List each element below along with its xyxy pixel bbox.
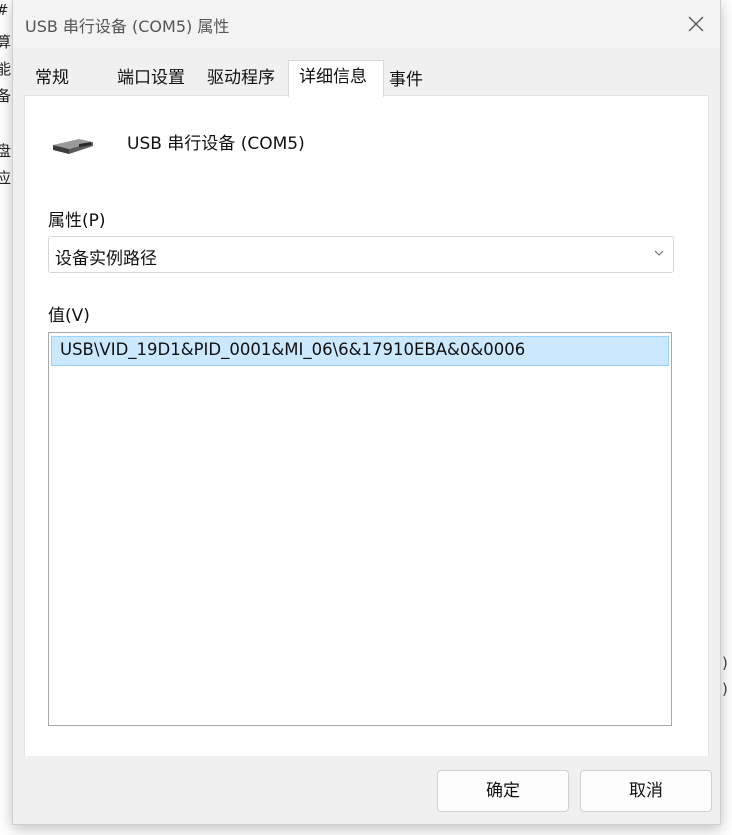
- close-icon: [688, 16, 704, 32]
- value-label: 值(V): [48, 306, 90, 326]
- ok-button[interactable]: 确定: [437, 770, 569, 812]
- close-button[interactable]: [680, 8, 712, 40]
- chevron-down-icon: [654, 250, 664, 256]
- list-item[interactable]: USB\VID_19D1&PID_0001&MI_06\6&17910EBA&0…: [51, 336, 669, 366]
- button-bar: 确定 取消: [13, 756, 720, 824]
- usb-serial-device-icon: [49, 134, 99, 158]
- background-text: 算: [0, 33, 12, 51]
- title-bar[interactable]: USB 串行设备 (COM5) 属性: [13, 0, 720, 48]
- tab-details[interactable]: 详细信息: [288, 60, 384, 97]
- cancel-button[interactable]: 取消: [580, 770, 712, 812]
- device-name: USB 串行设备 (COM5): [127, 134, 305, 154]
- background-text: 盘: [0, 142, 12, 160]
- tab-port-settings[interactable]: 端口设置: [107, 62, 195, 94]
- background-text: 应: [0, 169, 12, 187]
- property-selected-value: 设备实例路径: [55, 249, 157, 269]
- tab-driver[interactable]: 驱动程序: [197, 62, 287, 94]
- properties-dialog: USB 串行设备 (COM5) 属性 常规 端口设置 驱动程序 详细信息 事件 …: [12, 0, 721, 825]
- background-text: 备: [0, 87, 12, 105]
- background-text: #: [0, 2, 9, 18]
- background-text: ): [722, 680, 728, 698]
- background-text: 能: [0, 60, 12, 78]
- background-window-left: # 算 能 备 盘 应: [0, 0, 12, 835]
- value-list[interactable]: USB\VID_19D1&PID_0001&MI_06\6&17910EBA&0…: [48, 332, 672, 726]
- background-text: ): [722, 654, 728, 672]
- dialog-title: USB 串行设备 (COM5) 属性: [25, 17, 230, 36]
- tab-general[interactable]: 常规: [25, 62, 93, 94]
- details-pane: USB 串行设备 (COM5) 属性(P) 设备实例路径 值(V) USB\VI…: [24, 95, 709, 757]
- property-label: 属性(P): [48, 211, 106, 231]
- tab-events[interactable]: 事件: [379, 64, 451, 96]
- property-dropdown[interactable]: 设备实例路径: [48, 236, 674, 273]
